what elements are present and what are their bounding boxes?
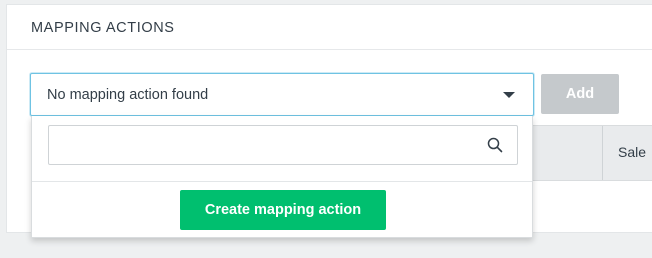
mapping-action-dropdown: Create mapping action — [31, 116, 533, 238]
caret-down-icon — [503, 92, 515, 98]
panel-header: MAPPING ACTIONS — [7, 5, 652, 50]
panel-title: MAPPING ACTIONS — [31, 20, 175, 36]
select-value: No mapping action found — [47, 87, 209, 103]
column-header-sale[interactable]: Sale — [618, 144, 646, 160]
search-icon[interactable] — [487, 137, 503, 153]
mapping-action-select[interactable]: No mapping action found — [30, 73, 534, 116]
create-mapping-action-button[interactable]: Create mapping action — [180, 190, 386, 230]
dropdown-search-input[interactable] — [49, 126, 469, 164]
dropdown-divider — [32, 181, 532, 182]
dropdown-search-box[interactable] — [48, 125, 518, 165]
column-divider[interactable] — [602, 126, 603, 180]
add-button[interactable]: Add — [541, 74, 619, 114]
table-header: Sale — [522, 125, 652, 181]
